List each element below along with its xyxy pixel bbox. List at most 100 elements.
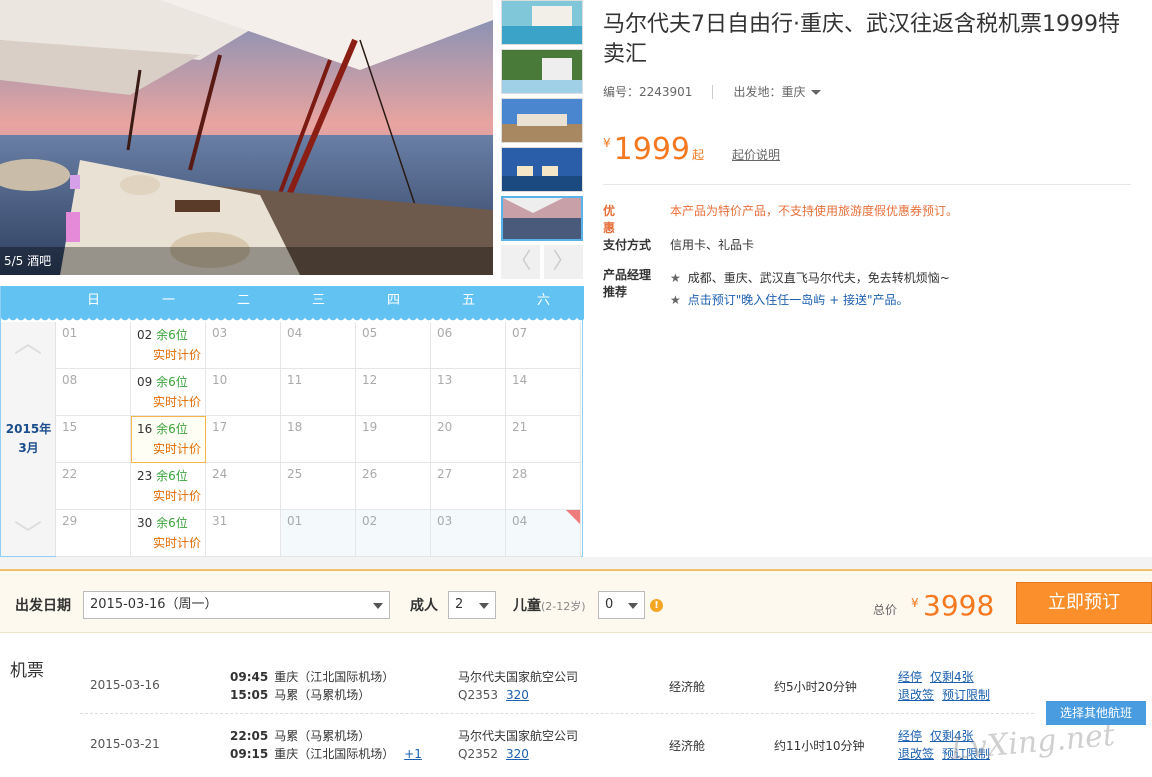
corner-tag xyxy=(566,510,580,524)
calendar-day-line: 18 xyxy=(287,420,355,434)
thumbnail-1[interactable] xyxy=(501,0,583,45)
aircraft-type-link[interactable]: 320 xyxy=(506,688,529,702)
promo-label: 优惠 xyxy=(603,204,638,235)
calendar-day-line: 17 xyxy=(212,420,280,434)
info-icon[interactable]: ! xyxy=(650,599,663,612)
calendar-day-line: 11 xyxy=(287,373,355,387)
calendar-day-number: 05 xyxy=(362,326,378,340)
payment-label: 支付方式 xyxy=(603,238,652,252)
departure-select[interactable]: 重庆 xyxy=(781,83,822,100)
seats-available: 余6位 xyxy=(156,469,188,483)
flight-airline-info: 马尔代夫国家航空公司 Q2353 320 xyxy=(458,668,578,704)
calendar-day-cell: 14 xyxy=(506,369,581,416)
refund-change-link[interactable]: 退改签 xyxy=(898,747,934,761)
manager-label-1: 产品经理 xyxy=(603,268,652,282)
currency-symbol: ¥ xyxy=(603,136,611,150)
calendar-day-line: 04 xyxy=(287,326,355,340)
calendar-day-line: 05 xyxy=(362,326,430,340)
calendar-day-number: 03 xyxy=(437,514,453,528)
calendar-day-line: 24 xyxy=(212,467,280,481)
start-price: 1999 xyxy=(613,132,690,167)
seats-available: 余6位 xyxy=(156,422,188,436)
weekday-label: 四 xyxy=(386,293,400,308)
calendar-day-cell[interactable]: 23 余6位 实时计价 xyxy=(131,463,206,510)
thumbnail-5[interactable] xyxy=(501,196,583,241)
refund-change-link[interactable]: 退改签 xyxy=(898,688,934,702)
payment-value: 信用卡、礼品卡 xyxy=(670,238,755,252)
price-explain-link[interactable]: 起价说明 xyxy=(732,146,780,163)
calendar-day-number: 07 xyxy=(512,326,528,340)
recommend-link[interactable]: 点击预订"晚入住任一岛屿 + 接送"产品。 xyxy=(688,293,909,307)
caret-down-icon xyxy=(811,90,822,95)
calendar-day-cell[interactable]: 09 余6位 实时计价 xyxy=(131,369,206,416)
calendar-day-line: 06 xyxy=(437,326,505,340)
calendar-day-cell: 04 xyxy=(506,510,581,557)
calendar-day-cell: 17 xyxy=(206,416,281,463)
calendar-day-number: 20 xyxy=(437,420,453,434)
thumbnail-2[interactable] xyxy=(501,49,583,94)
calendar-day-line: 12 xyxy=(362,373,430,387)
calendar-day-number: 27 xyxy=(437,467,453,481)
date-value: 2015-03-16（周一） xyxy=(90,597,218,612)
calendar-month-panel: ︿ 2015年 3月 ﹀ xyxy=(1,322,56,556)
stopover-link[interactable]: 经停 xyxy=(898,729,922,743)
thumbnail-prev-button[interactable]: 〈 xyxy=(501,245,540,279)
calendar-day-cell[interactable]: 02 余6位 实时计价 xyxy=(131,322,206,369)
flight-links: 经停 仅剩4张退改签 预订限制 xyxy=(898,668,998,704)
thumbnail-next-button[interactable]: 〉 xyxy=(544,245,583,279)
calendar-day-cell: 31 xyxy=(206,510,281,557)
thumbnail-4[interactable] xyxy=(501,147,583,192)
booking-restriction-link[interactable]: 预订限制 xyxy=(942,688,990,702)
calendar-day-cell: 25 xyxy=(281,463,356,510)
calendar-day-line: 01 xyxy=(287,514,355,528)
book-now-button[interactable]: 立即预订 xyxy=(1016,582,1152,624)
calendar-day-line: 23 余6位 xyxy=(137,467,205,484)
chevron-up-icon[interactable]: ︿ xyxy=(9,329,47,357)
child-select[interactable]: 0 xyxy=(598,591,645,619)
calendar-day-number: 24 xyxy=(212,467,228,481)
realtime-price: 实时计价 xyxy=(153,348,202,362)
calendar-day-cell: 24 xyxy=(206,463,281,510)
child-value: 0 xyxy=(605,597,614,612)
weekday-label: 三 xyxy=(311,293,325,308)
arrival-airport: 重庆（江北国际机场） xyxy=(274,747,395,761)
caret-down-icon xyxy=(628,603,638,609)
weekday-label: 日 xyxy=(86,293,100,308)
departure-value: 重庆 xyxy=(781,85,806,99)
calendar-day-line: 25 xyxy=(287,467,355,481)
adult-select[interactable]: 2 xyxy=(448,591,496,619)
calendar-day-number: 31 xyxy=(212,514,228,528)
date-select[interactable]: 2015-03-16（周一） xyxy=(83,591,390,619)
calendar-day-number: 18 xyxy=(287,420,303,434)
calendar-day-cell[interactable]: 30 余6位 实时计价 xyxy=(131,510,206,557)
flight-links-line: 退改签 预订限制 xyxy=(898,686,998,704)
aircraft-type-link[interactable]: 320 xyxy=(506,747,529,761)
thumbnail-3[interactable] xyxy=(501,98,583,143)
calendar-day-cell[interactable]: 16 余6位 实时计价 xyxy=(131,416,206,463)
seats-available: 余6位 xyxy=(156,328,188,342)
calendar-day-cell: 03 xyxy=(431,510,506,557)
calendar-day-number: 01 xyxy=(287,514,303,528)
calendar-day-line: 30 余6位 xyxy=(137,514,205,531)
payment-row: 支付方式 信用卡、礼品卡 xyxy=(603,236,754,253)
next-day-badge[interactable]: +1 xyxy=(404,747,422,761)
calendar-day-number: 25 xyxy=(287,467,303,481)
calendar-day-number: 01 xyxy=(62,326,78,340)
product-code: 编号：2243901 xyxy=(603,85,693,99)
calendar-day-line: 20 xyxy=(437,420,505,434)
main-photo[interactable]: 5/5 酒吧 xyxy=(0,0,493,275)
tickets-left-link[interactable]: 仅剩4张 xyxy=(930,670,974,684)
calendar-day-line: 19 xyxy=(362,420,430,434)
calendar-day-number: 06 xyxy=(437,326,453,340)
flight-divider xyxy=(80,713,1034,714)
calendar-day-cell: 07 xyxy=(506,322,581,369)
calendar-day-number: 19 xyxy=(362,420,378,434)
chevron-down-icon[interactable]: ﹀ xyxy=(9,521,47,549)
calendar-day-cell: 28 xyxy=(506,463,581,510)
arrival-time: 09:15 xyxy=(230,747,269,761)
weekday-label: 五 xyxy=(461,293,475,308)
manager-lines: ★ 成都、重庆、武汉直飞马尔代夫，免去转机烦恼~ ★ 点击预订"晚入住任一岛屿 + … xyxy=(670,267,950,311)
departure-time: 22:05 xyxy=(230,729,269,743)
stopover-link[interactable]: 经停 xyxy=(898,670,922,684)
calendar-day-number: 16 xyxy=(137,422,153,436)
